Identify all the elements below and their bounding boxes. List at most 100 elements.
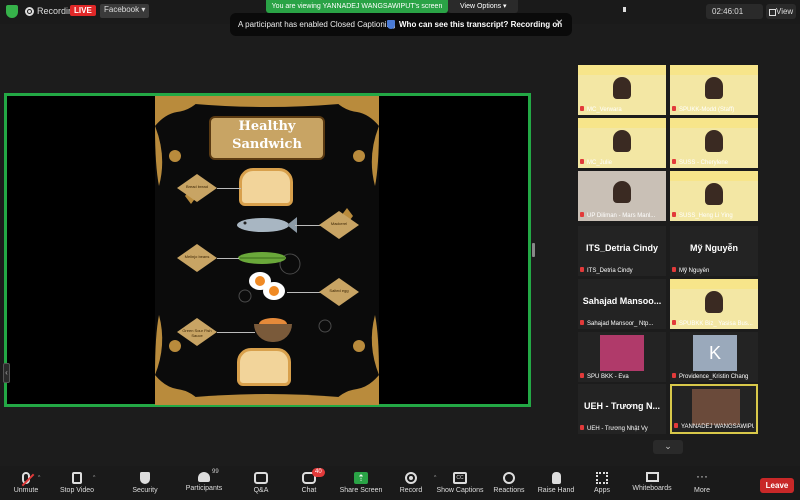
label-salted-egg: Salted egg	[319, 278, 359, 306]
gallery-scroll-down-button[interactable]: ⌄	[653, 440, 683, 454]
connector-line	[287, 292, 321, 293]
chevron-up-icon[interactable]: ^	[38, 475, 40, 481]
live-platform-select[interactable]: Facebook ▾	[100, 4, 150, 18]
participant-name: SPU BKK - Eva	[587, 374, 629, 380]
qa-button[interactable]: Q&A	[248, 466, 274, 500]
more-button[interactable]: ··· More	[690, 466, 714, 500]
participant-tile[interactable]: Sahajad Mansoo... Sahajad Mansoor_ Ntp...	[578, 279, 666, 329]
share-screen-button[interactable]: ⇡ Share Screen	[338, 466, 384, 500]
participant-tile[interactable]: ITS_Detria Cindy ITS_Detria Cindy	[578, 226, 666, 276]
bread-top-image	[239, 168, 293, 206]
show-captions-button[interactable]: CC Show Captions	[436, 466, 484, 500]
slide-title-panel: Healthy Sandwich	[209, 116, 325, 160]
participant-name-label: YANNADEJ WANGSAWIPUT	[674, 423, 754, 430]
participant-tile[interactable]: SPUKK-Modd (Staff)	[670, 65, 758, 115]
record-button[interactable]: Record	[396, 466, 426, 500]
participant-tile[interactable]: UP Diliman - Mars Manl...	[578, 171, 666, 221]
participant-display-name: UEH - Trương N...	[584, 401, 660, 411]
participant-video	[705, 183, 723, 205]
apps-button[interactable]: Apps	[590, 466, 614, 500]
participant-name-label: Providence_Kristin Chang	[672, 373, 756, 380]
participant-tile[interactable]: MC_Verwara	[578, 65, 666, 115]
raise-hand-button[interactable]: Raise Hand	[536, 466, 576, 500]
participant-tile[interactable]: SUSS - Cherylene	[670, 118, 758, 168]
participant-name-label: SPUKK-Modd (Staff)	[672, 106, 756, 113]
participant-name-label: SPU BKK - Eva	[580, 373, 664, 380]
participant-display-name: Mỹ Nguyễn	[689, 243, 738, 253]
participant-display-name: ITS_Detria Cindy	[585, 243, 659, 253]
view-options-button[interactable]: View Options ▾	[448, 0, 518, 13]
live-badge[interactable]: LIVE	[70, 5, 96, 16]
participants-icon	[198, 472, 210, 482]
meeting-clock[interactable]: 02:46:01	[706, 4, 763, 19]
video-camera-icon	[72, 472, 82, 484]
unmute-label: Unmute	[13, 487, 39, 494]
participants-count: 99	[212, 469, 219, 475]
participant-tile[interactable]: K Providence_Kristin Chang	[670, 332, 758, 382]
participant-display-name: Sahajad Mansoo...	[582, 296, 662, 306]
chevron-up-icon[interactable]: ^	[434, 475, 436, 481]
caption-notice-text: A participant has enabled Closed Caption…	[238, 20, 396, 29]
participant-video	[705, 130, 723, 152]
participant-tile[interactable]: SUSS_Heng Li Ying	[670, 171, 758, 221]
participant-name-label: MC_Verwara	[580, 106, 664, 113]
more-label: More	[694, 487, 710, 494]
participant-name-label: SUSS - Cherylene	[672, 159, 756, 166]
stop-video-button[interactable]: Stop Video	[56, 466, 98, 500]
participant-video	[613, 181, 631, 203]
microphone-muted-icon	[580, 106, 584, 111]
participant-name: UP Diliman - Mars Manl...	[587, 213, 656, 219]
leave-button[interactable]: Leave	[760, 478, 794, 493]
participant-name: SPUKK-Modd (Staff)	[679, 107, 735, 113]
connector-line	[217, 258, 239, 259]
participant-name-label: Sahajad Mansoor_ Ntp...	[580, 320, 664, 327]
participants-button[interactable]: Participants	[182, 466, 226, 500]
participant-video	[705, 77, 723, 99]
share-screen-label: Share Screen	[339, 487, 383, 494]
microphone-muted-icon	[580, 320, 584, 325]
microphone-muted-icon	[580, 267, 584, 272]
microphone-muted-icon	[580, 159, 584, 164]
participant-name: MC_Julie	[587, 160, 613, 166]
participant-tile[interactable]: MC_Julie	[578, 118, 666, 168]
security-shield-icon[interactable]	[6, 5, 18, 18]
record-label: Record	[399, 487, 423, 494]
security-button[interactable]: Security	[128, 466, 162, 500]
participant-name: SUSS_Heng Li Ying	[679, 213, 733, 219]
participant-name: MC_Verwara	[587, 107, 622, 113]
whiteboards-label: Whiteboards	[632, 485, 672, 492]
slide-healthy-sandwich: Healthy Sandwich Bread bread Mackerel Me…	[155, 96, 379, 405]
label-bread: Bread bread	[177, 174, 217, 202]
participant-tile[interactable]: YANNADEJ WANGSAWIPUT	[670, 384, 758, 434]
close-icon[interactable]: ✕	[555, 18, 563, 29]
microphone-muted-icon	[22, 472, 30, 484]
participant-name: SUSS - Cherylene	[679, 160, 729, 166]
participant-tile[interactable]: SPU BKK - Eva	[578, 332, 666, 382]
microphone-muted-icon	[580, 425, 584, 430]
connector-line	[295, 225, 321, 226]
transcript-info-link[interactable]: Who can see this transcript? Recording o…	[399, 20, 562, 29]
unmute-button[interactable]: Unmute	[8, 466, 44, 500]
participant-tile[interactable]: SPUBKK Biz_ Yasisa Bus...	[670, 279, 758, 329]
collapse-handle[interactable]: ‹	[3, 363, 10, 383]
caption-notice: A participant has enabled Closed Caption…	[230, 13, 572, 36]
view-button[interactable]: View	[766, 4, 796, 19]
chevron-up-icon[interactable]: ^	[93, 475, 95, 481]
avatar: K	[693, 335, 737, 371]
reactions-button[interactable]: Reactions	[492, 466, 526, 500]
participant-name: UEH - Trương Nhật Vy	[587, 426, 648, 432]
resize-handle[interactable]	[532, 243, 535, 257]
egg-yolk	[255, 276, 265, 286]
connector-line	[217, 188, 241, 189]
participant-video	[613, 77, 631, 99]
top-bar: Recording LIVE Facebook ▾ You are viewin…	[0, 0, 800, 36]
whiteboards-button[interactable]: Whiteboards	[630, 466, 674, 500]
connector-line	[217, 332, 255, 333]
participant-name: SPUBKK Biz_ Yasisa Bus...	[679, 321, 753, 327]
participant-tile[interactable]: Mỹ Nguyễn Mỹ Nguyễn	[670, 226, 758, 276]
chat-label: Chat	[301, 487, 317, 494]
participant-video	[600, 335, 644, 371]
shield-icon	[387, 20, 395, 29]
participant-tile[interactable]: UEH - Trương N... UEH - Trương Nhật Vy	[578, 384, 666, 434]
apps-icon	[596, 472, 608, 484]
